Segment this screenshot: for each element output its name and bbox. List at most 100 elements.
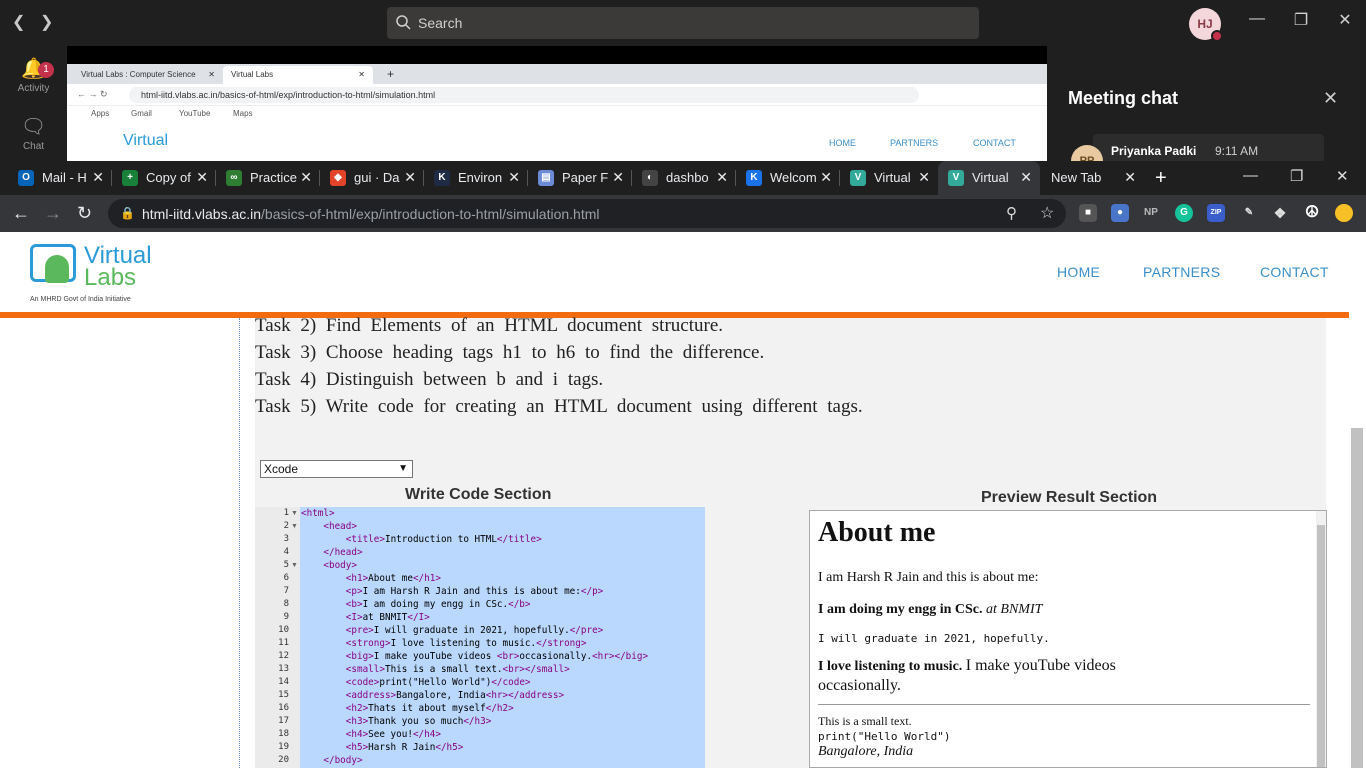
code-line[interactable]: <code>print("Hello World")</code>	[301, 677, 531, 688]
code-line[interactable]: <strong>I love listening to music.</stro…	[301, 638, 587, 649]
browser-tab-active[interactable]: V Virtual ✕	[938, 161, 1040, 195]
editor-theme-select[interactable]: Xcode ▼	[260, 460, 413, 478]
code-line[interactable]: <h3>Thank you so much</h3>	[301, 716, 492, 727]
zip-extension-icon[interactable]: ZIP	[1207, 204, 1225, 222]
pen-extension-icon[interactable]: ✎	[1240, 204, 1258, 222]
close-icon[interactable]: ✕	[820, 169, 832, 186]
line-number: 12	[278, 651, 289, 661]
inner-logo-text: Virtual	[123, 132, 169, 149]
close-icon[interactable]: ✕	[404, 169, 416, 186]
puzzle-icon[interactable]: ❖	[1271, 204, 1289, 222]
browser-tab[interactable]: V Virtual ✕	[840, 161, 938, 195]
minimize-icon[interactable]: —	[1243, 167, 1258, 184]
browser-tab[interactable]: K Environ ✕	[424, 161, 528, 195]
code-line[interactable]: <p>I am Harsh R Jain and this is about m…	[301, 586, 603, 597]
bookmark: YouTube	[179, 109, 211, 118]
line-number: 8	[283, 599, 289, 609]
close-icon[interactable]: ✕	[508, 169, 520, 186]
back-arrow-icon[interactable]: ❮	[12, 12, 25, 32]
close-icon[interactable]: ✕	[1330, 10, 1360, 30]
tab-favicon: ◆	[330, 170, 346, 186]
browser-tab[interactable]: ▤ Paper F ✕	[528, 161, 632, 195]
chat-message: Priyanka Padki 9:11 AM	[1093, 134, 1324, 161]
reload-icon[interactable]: ↻	[77, 203, 92, 224]
minimize-icon[interactable]: —	[1242, 10, 1272, 28]
code-line[interactable]: <head>	[301, 521, 357, 532]
maximize-icon[interactable]: ❐	[1286, 10, 1316, 30]
rail-activity[interactable]: 🔔 Activity 1	[0, 56, 67, 94]
browser-tab[interactable]: + Copy of ✕	[112, 161, 216, 195]
close-icon[interactable]: ✕	[92, 169, 104, 186]
site-header: Virtual Labs An MHRD Govt of India Initi…	[0, 232, 1349, 312]
virtual-labs-logo[interactable]: Virtual Labs An MHRD Govt of India Initi…	[30, 240, 152, 308]
code-line[interactable]: <b>I am doing my engg in CSc.</b>	[301, 599, 531, 610]
user-avatar[interactable]: HJ	[1189, 8, 1223, 42]
fold-arrow-icon[interactable]: ▼	[291, 523, 298, 530]
code-line[interactable]: <big>I make youTube videos <br>occasiona…	[301, 651, 648, 662]
preview-big: occasionally.	[818, 677, 901, 694]
close-icon[interactable]: ✕	[918, 169, 930, 186]
teams-search-input[interactable]: Search	[387, 7, 979, 39]
preview-scrollbar[interactable]	[1316, 511, 1326, 767]
page-scroll-thumb[interactable]	[1351, 428, 1363, 768]
close-icon[interactable]: ✕	[196, 169, 208, 186]
code-line[interactable]: <small>This is a small text.<br></small>	[301, 664, 570, 675]
new-tab-plus-icon[interactable]: +	[1155, 167, 1167, 190]
browser-toolbar: ← → ↻ 🔒 html-iitd.vlabs.ac.in/basics-of-…	[0, 195, 1366, 232]
profile-icon[interactable]	[1335, 204, 1353, 222]
browser-tab[interactable]: ◐ dashbo ✕	[632, 161, 736, 195]
extension-icon[interactable]: ■	[1079, 204, 1097, 222]
address-bar[interactable]: 🔒 html-iitd.vlabs.ac.in/basics-of-html/e…	[108, 199, 1066, 228]
code-line[interactable]: <body>	[301, 560, 357, 571]
forward-arrow-icon[interactable]: ❯	[40, 12, 53, 32]
select-value: Xcode	[264, 462, 299, 476]
browser-tab[interactable]: ∞ Practice ✕	[216, 161, 320, 195]
inner-tab-strip: Virtual Labs : Computer Science ✕ Virtua…	[67, 64, 1047, 84]
code-line[interactable]: <h1>About me</h1>	[301, 573, 441, 584]
code-line[interactable]: <h2>Thats it about myself</h2>	[301, 703, 514, 714]
code-editor[interactable]: 1 ▼ 2 ▼ 3 4 5 ▼ 6 7 8 9 10 11 12 13 14 15 16 17 18 19 20 <html…	[255, 507, 705, 768]
close-icon[interactable]: ✕	[1323, 88, 1338, 109]
browser-tab[interactable]: ◆ gui · Da ✕	[320, 161, 424, 195]
code-line[interactable]: <address>Bangalore, India<hr></address>	[301, 690, 564, 701]
nav-partners[interactable]: PARTNERS	[1143, 264, 1220, 280]
code-line[interactable]: <pre>I will graduate in 2021, hopefully.…	[301, 625, 604, 636]
back-arrow-icon[interactable]: ←	[12, 203, 30, 224]
nav-icons: ← → ↻	[77, 89, 108, 99]
np-extension-icon[interactable]: NP	[1142, 204, 1160, 222]
close-icon[interactable]: ✕	[1124, 169, 1136, 186]
peace-icon[interactable]: ☮	[1303, 204, 1321, 222]
nav-contact[interactable]: CONTACT	[1260, 264, 1329, 280]
preview-scroll-thumb[interactable]	[1317, 525, 1325, 767]
fold-arrow-icon[interactable]: ▼	[291, 510, 298, 517]
code-line[interactable]: <html>	[301, 508, 335, 519]
zoom-icon[interactable]: ⚲	[1006, 204, 1017, 222]
rail-chat[interactable]: 🗨 Chat	[0, 114, 67, 152]
close-icon[interactable]: ✕	[300, 169, 312, 186]
close-icon[interactable]: ✕	[1336, 167, 1349, 185]
code-line[interactable]: <h4>See you!</h4>	[301, 729, 441, 740]
bookmark-star-icon[interactable]: ☆	[1040, 203, 1054, 223]
line-number: 11	[278, 638, 289, 648]
nav-home[interactable]: HOME	[1057, 264, 1100, 280]
restore-icon[interactable]: ❐	[1290, 167, 1303, 185]
preview-title: Preview Result Section	[981, 489, 1158, 506]
page-scrollbar[interactable]	[1349, 232, 1366, 768]
browser-tab[interactable]: K Welcom ✕	[736, 161, 840, 195]
forward-arrow-icon[interactable]: →	[44, 203, 62, 224]
browser-tab[interactable]: New Tab ✕	[1040, 161, 1144, 195]
fold-arrow-icon[interactable]: ▼	[291, 562, 298, 569]
code-line[interactable]: </head>	[301, 547, 362, 558]
browser-tab[interactable]: O Mail - H ✕	[8, 161, 112, 195]
close-icon[interactable]: ✕	[1020, 169, 1032, 186]
code-line[interactable]: <title>Introduction to HTML</title>	[301, 534, 542, 545]
grammarly-icon[interactable]: G	[1175, 204, 1193, 222]
close-icon[interactable]: ✕	[612, 169, 624, 186]
tab-favicon: V	[948, 170, 964, 186]
camera-extension-icon[interactable]: ●	[1111, 204, 1129, 222]
code-line[interactable]: <h5>Harsh R Jain</h5>	[301, 742, 464, 753]
code-line[interactable]: <I>at BNMIT</I>	[301, 612, 430, 623]
code-line[interactable]: </body>	[301, 755, 362, 766]
close-icon[interactable]: ✕	[716, 169, 728, 186]
logo-tagline: An MHRD Govt of India Initiative	[30, 296, 131, 303]
